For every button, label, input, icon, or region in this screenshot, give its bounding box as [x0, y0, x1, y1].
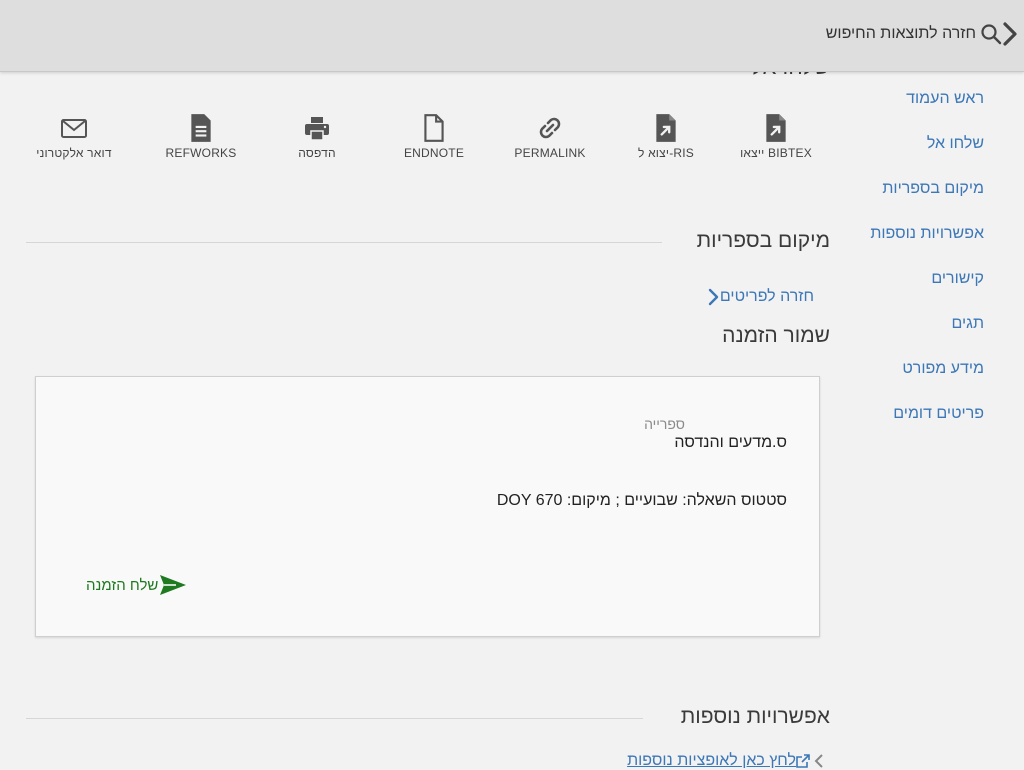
- action-label: REFWORKS: [165, 146, 237, 160]
- action-label: ENDNOTE: [403, 146, 465, 160]
- back-to-results-button[interactable]: חזרה לתוצאות החיפוש: [824, 19, 1018, 49]
- section-divider: [26, 718, 643, 719]
- back-to-items-button[interactable]: חזרה לפריטים: [702, 287, 814, 307]
- nav-item-details[interactable]: מידע מפורט: [814, 356, 984, 401]
- export-file-icon: [766, 114, 786, 142]
- envelope-icon: [61, 119, 87, 138]
- permalink-button[interactable]: PERMALINK: [490, 113, 610, 160]
- nav-item-library-location[interactable]: מיקום בספריות: [814, 176, 984, 221]
- nav-item-send-to[interactable]: שלחו אל: [814, 131, 984, 176]
- back-to-items-label: חזרה לפריטים: [719, 288, 814, 305]
- side-navigation: ראש העמוד שלחו אל מיקום בספריות אפשרויות…: [814, 86, 984, 446]
- location-title: מיקום בספריות: [696, 229, 830, 252]
- action-label: PERMALINK: [514, 146, 586, 160]
- chevron-right-icon: [708, 288, 719, 306]
- printer-icon: [305, 117, 329, 141]
- external-link-icon: [796, 754, 810, 768]
- search-icon: [981, 24, 1002, 45]
- export-ris-button[interactable]: יצוא ל-RIS: [606, 113, 726, 160]
- action-label: הדפסה: [298, 146, 336, 160]
- send-icon: [160, 575, 187, 595]
- action-label: יצוא ל-RIS: [637, 146, 694, 160]
- more-options-link-label: לחץ כאן לאופציות נוספות: [627, 752, 796, 769]
- loan-status: סטטוס השאלה: שבועיים ; מיקום: DOY 670: [496, 492, 787, 509]
- more-options-title: אפשרויות נוספות: [680, 705, 830, 728]
- send-request-label: שלח הזמנה: [86, 576, 159, 594]
- more-options-link[interactable]: לחץ כאן לאופציות נוספות: [627, 752, 830, 770]
- refworks-button[interactable]: REFWORKS: [141, 113, 261, 160]
- nav-item-links[interactable]: קישורים: [814, 266, 984, 311]
- endnote-button[interactable]: ENDNOTE: [374, 113, 494, 160]
- export-file-icon: [656, 114, 676, 142]
- email-button[interactable]: דואר אלקטרוני: [14, 113, 134, 160]
- nav-item-more-options[interactable]: אפשרויות נוספות: [814, 221, 984, 266]
- back-to-results-label: חזרה לתוצאות החיפוש: [825, 25, 976, 42]
- chevron-left-icon: [814, 754, 823, 768]
- section-divider: [26, 242, 662, 243]
- chevron-right-icon: [1003, 22, 1017, 46]
- top-bar: חזרה לתוצאות החיפוש: [0, 0, 1024, 72]
- action-label: דואר אלקטרוני: [36, 146, 112, 160]
- document-icon: [424, 114, 444, 142]
- library-value: ס.מדעים והנדסה: [674, 434, 787, 451]
- nav-item-top[interactable]: ראש העמוד: [814, 86, 984, 131]
- print-button[interactable]: הדפסה: [257, 113, 377, 160]
- nav-item-similar-items[interactable]: פריטים דומים: [814, 401, 984, 446]
- hold-title: שמור הזמנה: [722, 324, 830, 347]
- text-document-icon: [191, 114, 211, 142]
- link-icon: [539, 117, 561, 139]
- action-label: ייצאו BIBTEX: [740, 146, 812, 160]
- export-bibtex-button[interactable]: ייצאו BIBTEX: [716, 113, 836, 160]
- send-request-button[interactable]: שלח הזמנה: [86, 573, 188, 597]
- hold-request-card: ספרייה ס.מדעים והנדסה סטטוס השאלה: שבועי…: [35, 376, 820, 637]
- library-label: ספרייה: [644, 416, 685, 432]
- send-to-actions: ייצאו BIBTEX יצוא ל-RIS PERMALINK ENDNOT…: [14, 113, 824, 169]
- nav-item-tags[interactable]: תגים: [814, 311, 984, 356]
